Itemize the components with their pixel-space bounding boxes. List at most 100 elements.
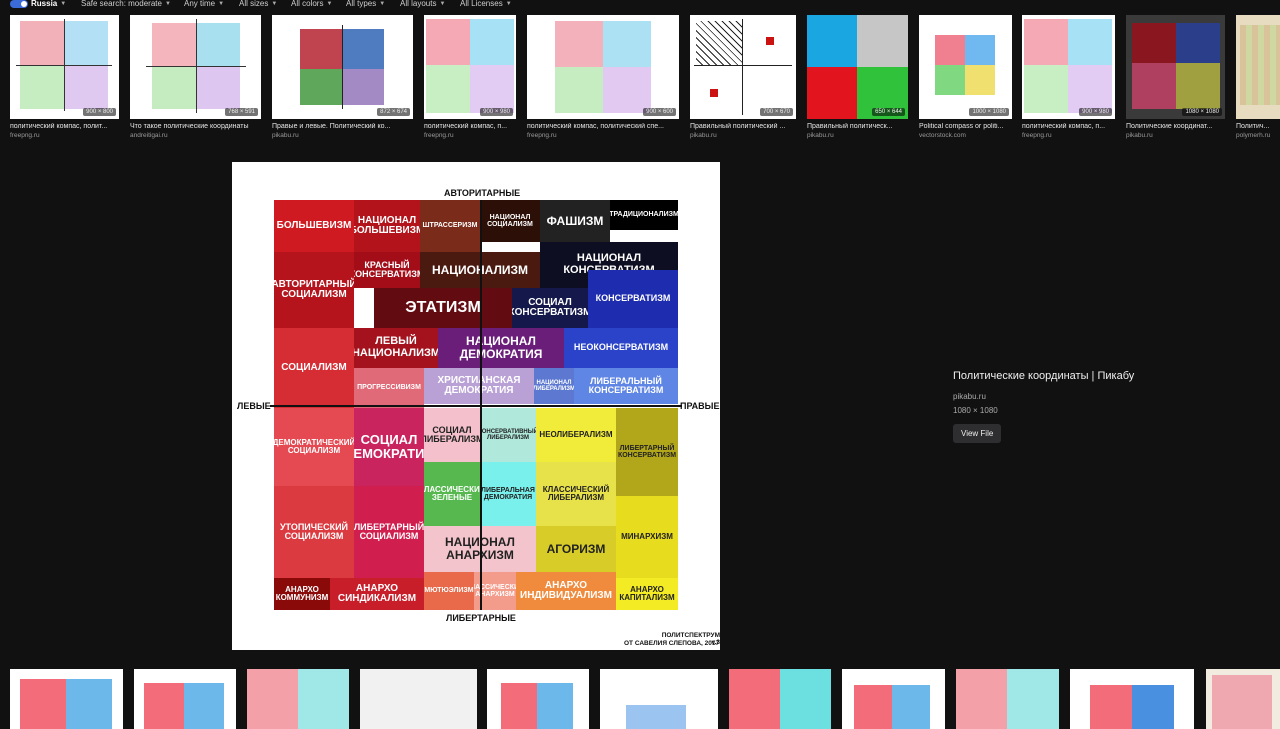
colors-label: All colors	[291, 0, 324, 8]
dimension-badge: 900 × 980	[1079, 108, 1112, 116]
thumbnail-caption[interactable]: политический компас, п...	[1022, 123, 1118, 130]
grid-cell: КЛАССИЧЕСКИЕ ЗЕЛЕНЫЕ	[424, 462, 480, 526]
horizontal-axis	[270, 405, 682, 407]
grid-cell: АНАРХО ИНДИВИДУАЛИЗМ	[516, 572, 616, 610]
result-thumbnail[interactable]: 900 × 800	[10, 15, 119, 119]
filter-bar: Russia ▼ Safe search: moderate ▼ Any tim…	[0, 0, 1280, 10]
thumbnail-caption[interactable]: Правильный политическ...	[807, 123, 911, 130]
grid-cell: БОЛЬШЕВИЗМ	[274, 200, 354, 252]
political-spectrum-grid: БОЛЬШЕВИЗМ НАЦИОНАЛ БОЛЬШЕВИЗМ ШТРАССЕРИ…	[270, 200, 682, 610]
grid-cell: СОЦИАЛ КОНСЕРВАТИЗМ	[512, 288, 588, 328]
thumbnail-caption[interactable]: Что такое политические координаты	[130, 123, 265, 130]
dimension-badge: 650 × 644	[872, 108, 905, 116]
grid-cell: НАЦИОНАЛ ЛИБЕРАЛИЗМ	[534, 368, 574, 404]
bottom-axis-label: ЛИБЕРТАРНЫЕ	[446, 613, 516, 623]
region-toggle-icon[interactable]	[10, 0, 28, 8]
result-thumbnail[interactable]	[729, 669, 831, 729]
grid-cell: КЛАССИЧЕСКИЙ ЛИБЕРАЛИЗМ	[536, 462, 616, 526]
licenses-filter[interactable]: All Licenses ▼	[460, 0, 512, 8]
detail-panel: Политические координаты | Пикабу pikabu.…	[953, 370, 1134, 443]
region-filter[interactable]: Russia ▼	[10, 0, 66, 8]
image-preview[interactable]: АВТОРИТАРНЫЕ БОЛЬШЕВИЗМ НАЦИОНАЛ БОЛЬШЕВ…	[232, 162, 720, 650]
chevron-down-icon: ▼	[218, 0, 225, 7]
types-filter[interactable]: All types ▼	[346, 0, 385, 8]
thumbnail-caption[interactable]: политический компас, политический спе...	[527, 123, 682, 130]
result-thumbnail[interactable]: 768 × 591	[130, 15, 261, 119]
result-thumbnail[interactable]	[487, 669, 589, 729]
result-thumbnail[interactable]: 1080 × 1080	[1126, 15, 1225, 119]
result-thumbnail[interactable]	[1206, 669, 1280, 729]
dimension-badge: 1000 × 1080	[969, 108, 1009, 116]
thumbnail-source: polymerh.ru	[1236, 132, 1271, 139]
result-thumbnail[interactable]: 872 × 674	[272, 15, 413, 119]
grid-cell: АНАРХО КОММУНИЗМ	[274, 578, 330, 610]
result-thumbnail[interactable]: 900 × 980	[1022, 15, 1115, 119]
thumbnail-caption[interactable]: политический компас, полит...	[10, 123, 125, 130]
grid-cell: ТРАДИЦИОНАЛИЗМ	[610, 200, 678, 230]
grid-cell: ФАШИЗМ	[540, 200, 610, 242]
thumbnail-caption[interactable]: Правильный политический ...	[690, 123, 798, 130]
thumbnail-source: vectorstock.com	[919, 132, 966, 139]
thumbnail-source: pikabu.ru	[272, 132, 299, 139]
thumbnail-source: freepng.ru	[527, 132, 557, 139]
grid-cell: НЕОКОНСЕРВАТИЗМ	[564, 328, 678, 368]
layouts-filter[interactable]: All layouts ▼	[400, 0, 445, 8]
grid-cell: ПРОГРЕССИВИЗМ	[354, 368, 424, 408]
result-thumbnail[interactable]: 650 × 644	[807, 15, 908, 119]
result-thumbnail[interactable]	[360, 669, 477, 729]
thumbnail-caption[interactable]: Political compass or politi...	[919, 123, 1014, 130]
region-label: Russia	[31, 0, 58, 8]
grid-cell: УТОПИЧЕСКИЙ СОЦИАЛИЗМ	[274, 486, 354, 578]
grid-cell: НАЦИОНАЛ БОЛЬШЕВИЗМ	[354, 200, 420, 252]
thumbnail-caption[interactable]: Политич...	[1236, 123, 1280, 130]
result-thumbnail[interactable]: 1000 × 1080	[919, 15, 1012, 119]
thumbnail-caption[interactable]: политический компас, п...	[424, 123, 519, 130]
chevron-down-icon: ▼	[439, 0, 446, 7]
chevron-down-icon: ▼	[60, 0, 67, 7]
safe-search-label: Safe search: moderate	[81, 0, 162, 8]
thumbnail-caption[interactable]: Правые и левые. Политический ко...	[272, 123, 414, 130]
result-thumbnail[interactable]	[600, 669, 718, 729]
grid-cell: СОЦИАЛИЗМ	[274, 328, 354, 408]
sizes-filter[interactable]: All sizes ▼	[239, 0, 277, 8]
dimension-badge: 900 × 800	[83, 108, 116, 116]
time-label: Any time	[184, 0, 216, 8]
grid-cell: ХРИСТИАНСКАЯ ДЕМОКРАТИЯ	[424, 368, 534, 404]
sizes-label: All sizes	[239, 0, 269, 8]
thumbnail-source: freepng.ru	[10, 132, 40, 139]
result-thumbnail[interactable]	[956, 669, 1059, 729]
dimension-badge: 1080 × 1080	[1182, 108, 1222, 116]
grid-cell: КРАСНЫЙ КОНСЕРВАТИЗМ	[354, 252, 420, 288]
grid-cell: НАЦИОНАЛ ДЕМОКРАТИЯ	[438, 328, 564, 368]
result-thumbnail[interactable]	[1236, 15, 1280, 119]
safe-search-filter[interactable]: Safe search: moderate ▼	[81, 0, 171, 8]
grid-cell: НАЦИОНАЛ СОЦИАЛИЗМ	[480, 200, 540, 242]
result-thumbnail[interactable]	[134, 669, 236, 729]
left-axis-label: ЛЕВЫЕ	[237, 401, 271, 411]
colors-filter[interactable]: All colors ▼	[291, 0, 332, 8]
result-thumbnail[interactable]: 700 × 670	[690, 15, 796, 119]
grid-cell: ЛИБЕРАЛЬНЫЙ КОНСЕРВАТИЗМ	[574, 368, 678, 404]
result-thumbnail[interactable]	[1070, 669, 1194, 729]
chevron-down-icon: ▼	[379, 0, 386, 7]
grid-cell: АГОРИЗМ	[536, 526, 616, 572]
thumbnail-caption[interactable]: Политические координат...	[1126, 123, 1228, 130]
view-file-button[interactable]: View File	[953, 424, 1002, 443]
time-filter[interactable]: Any time ▼	[184, 0, 224, 8]
detail-title[interactable]: Политические координаты | Пикабу	[953, 370, 1134, 382]
result-thumbnail[interactable]	[842, 669, 945, 729]
result-thumbnail[interactable]	[247, 669, 349, 729]
result-thumbnail[interactable]: 900 × 600	[527, 15, 679, 119]
top-axis-label: АВТОРИТАРНЫЕ	[444, 188, 521, 198]
chevron-down-icon: ▼	[271, 0, 278, 7]
grid-cell: МИНАРХИЗМ	[616, 496, 678, 578]
result-thumbnail[interactable]: 900 × 980	[424, 15, 516, 119]
detail-source[interactable]: pikabu.ru	[953, 392, 1134, 401]
dimension-badge: 872 × 674	[377, 108, 410, 116]
grid-cell: СОЦИАЛ ЛИБЕРАЛИЗМ	[424, 408, 480, 462]
chevron-down-icon: ▼	[505, 0, 512, 7]
result-thumbnail[interactable]	[10, 669, 123, 729]
grid-cell: ЛИБЕРАЛЬНАЯ ДЕМОКРАТИЯ	[480, 462, 536, 526]
grid-cell: ЛЕВЫЙ НАЦИОНАЛИЗМ	[354, 328, 438, 368]
grid-cell: ШТРАССЕРИЗМ	[420, 200, 480, 252]
